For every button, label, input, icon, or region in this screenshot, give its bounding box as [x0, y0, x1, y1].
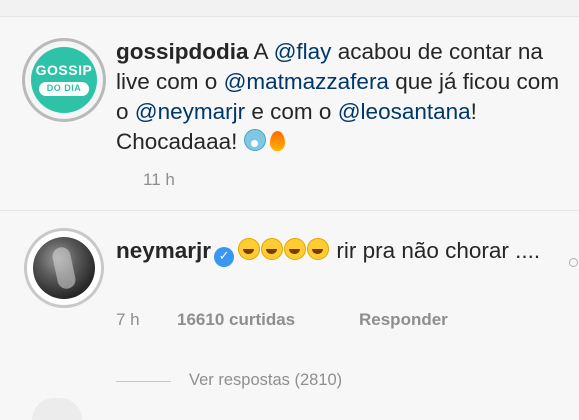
view-replies-button[interactable]: Ver respostas (2810)	[189, 371, 342, 390]
fire-emoji	[269, 131, 285, 151]
reply-button[interactable]: Responder	[359, 310, 448, 330]
comment-timestamp[interactable]: 11 h	[143, 170, 175, 190]
like-heart-icon[interactable]	[569, 258, 578, 267]
face-screaming-emoji	[243, 129, 266, 151]
rofl-emoji	[284, 238, 307, 260]
comment-text-1: gossipdodia A @flay acabou de contar na …	[116, 37, 566, 157]
username[interactable]: neymarjr	[116, 238, 211, 263]
comment-timestamp[interactable]: 7 h	[116, 310, 140, 330]
likes-count[interactable]: 16610 curtidas	[177, 310, 295, 330]
joy-emoji	[307, 238, 330, 260]
top-strip	[0, 0, 579, 17]
gossipdodia-avatar[interactable]: GOSSIP DO DIA	[22, 38, 106, 122]
mention-link[interactable]: @flay	[274, 39, 332, 64]
next-comment-avatar[interactable]	[32, 398, 82, 420]
comment-text-2: neymarjr ✓ rir pra não chorar ....	[116, 236, 566, 267]
replies-line	[116, 381, 171, 382]
verified-badge-icon: ✓	[214, 247, 235, 267]
comment-text: e com o	[251, 99, 332, 124]
comment-text: A	[253, 39, 268, 64]
profile-photo	[33, 237, 95, 299]
logo-dodia-text: DO DIA	[46, 83, 82, 93]
comment-text: rir pra não chorar ....	[336, 238, 541, 263]
comment-divider	[0, 210, 579, 211]
neymarjr-avatar[interactable]	[24, 228, 104, 308]
logo-gossip-text: GOSSIP	[35, 62, 93, 78]
mention-link[interactable]: @leosantana	[338, 99, 471, 124]
mention-link[interactable]: @neymarjr	[135, 99, 245, 124]
joy-emoji	[261, 238, 284, 260]
logo-pill: DO DIA	[39, 82, 89, 96]
username[interactable]: gossipdodia	[116, 39, 249, 64]
gossip-logo: GOSSIP DO DIA	[31, 47, 97, 113]
mention-link[interactable]: @matmazzafera	[224, 69, 389, 94]
rofl-emoji	[238, 238, 261, 260]
